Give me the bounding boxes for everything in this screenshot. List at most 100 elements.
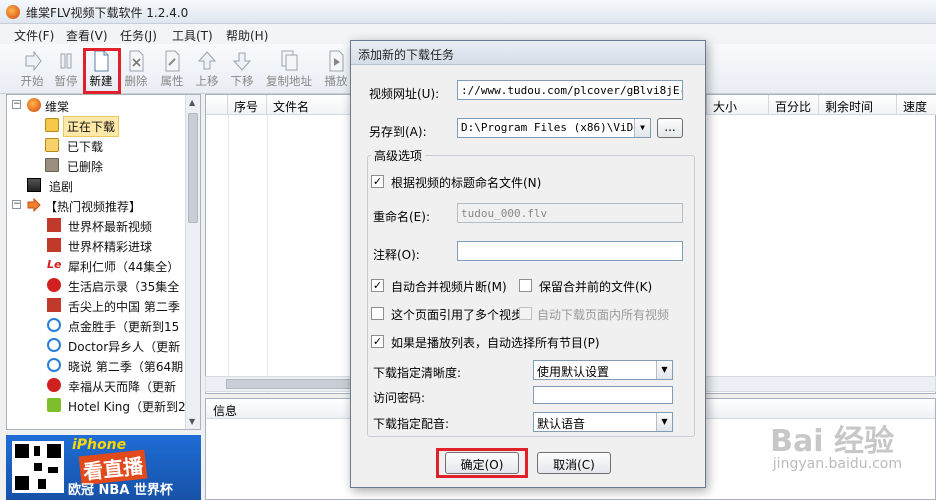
multi-videos-checkbox[interactable] <box>371 307 384 320</box>
move-down-button[interactable]: 下移 <box>226 48 258 92</box>
auto-download-all-checkbox[interactable] <box>519 307 532 320</box>
rename-label: 重命名(E): <box>373 210 430 224</box>
pause-button[interactable]: 暂停 <box>50 48 82 92</box>
tree-item[interactable]: 生活启示录（35集全 <box>7 275 187 295</box>
title-bar: 维棠FLV视频下载软件 1.2.4.0 <box>0 0 936 24</box>
copy-url-button[interactable]: 复制地址 <box>266 48 312 92</box>
tree-item[interactable]: Hotel King（更新到2 <box>7 395 187 415</box>
quality-label: 下载指定清晰度: <box>373 366 462 380</box>
column-header-blank[interactable] <box>206 95 228 115</box>
scroll-down-icon[interactable]: ▼ <box>189 417 195 426</box>
menu-view[interactable]: 查看(V) <box>66 27 108 44</box>
tree-item[interactable]: 晓说 第二季（第64期 <box>7 355 187 375</box>
tree-item[interactable]: 世界杯最新视频 <box>7 215 187 235</box>
menu-file[interactable]: 文件(F) <box>14 27 54 44</box>
audio-select[interactable]: 默认语音 ▼ <box>533 412 673 432</box>
properties-label: 属性 <box>160 74 184 88</box>
save-to-label: 另存到(A): <box>369 125 427 139</box>
app-logo-icon <box>27 98 41 112</box>
ad-banner[interactable]: iPhone 看直播 欧冠 NBA 世界杯 <box>6 435 201 500</box>
baidu-watermark-url: jingyan.baidu.com <box>772 456 902 472</box>
letv-icon: Le <box>47 258 62 271</box>
start-button[interactable]: 开始 <box>16 48 48 92</box>
copy-icon <box>281 50 298 71</box>
play-file-icon <box>329 50 344 72</box>
ok-button-highlight <box>436 448 528 478</box>
video-site-icon <box>47 298 61 312</box>
tree-item[interactable]: Doctor异乡人（更新 <box>7 335 187 355</box>
tree-item[interactable]: Le 犀利仁师（44集全） <box>7 255 187 275</box>
column-header-speed[interactable]: 速度 <box>897 95 936 115</box>
tree-item[interactable]: 世界杯精彩进球 <box>7 235 187 255</box>
collapse-icon[interactable]: − <box>12 100 21 109</box>
folder-icon <box>45 118 59 132</box>
move-down-label: 下移 <box>230 74 254 88</box>
dropdown-arrow-icon: ▼ <box>634 119 650 137</box>
iqiyi-icon <box>47 398 61 412</box>
note-input[interactable] <box>457 241 683 261</box>
delete-icon <box>129 50 144 72</box>
tree-item[interactable]: 点金胜手（更新到15 <box>7 315 187 335</box>
keep-before-merge-label: 保留合并前的文件(K) <box>539 280 653 294</box>
keep-before-merge-checkbox[interactable] <box>519 279 532 292</box>
baidu-watermark: Bai 经验 <box>770 424 894 459</box>
url-label: 视频网址(U): <box>369 87 440 101</box>
tree-item[interactable]: 舌尖上的中国 第二季 <box>7 295 187 315</box>
note-label: 注释(O): <box>373 248 420 262</box>
column-header-index[interactable]: 序号 <box>228 95 267 115</box>
save-path-select[interactable]: D:\Program Files (x86)\ViDown ▼ <box>457 118 651 138</box>
tree-node-downloaded[interactable]: 已下载 <box>7 135 187 155</box>
password-input[interactable] <box>533 386 673 404</box>
tree-label-hot: 【热门视频推荐】 <box>45 200 142 214</box>
tree-label-downloading: 正在下载 <box>63 116 120 137</box>
move-up-button[interactable]: 上移 <box>191 48 223 92</box>
rename-input[interactable]: tudou_000.flv <box>457 203 683 223</box>
password-label: 访问密码: <box>373 391 426 405</box>
url-input[interactable]: ://www.tudou.com/plcover/gBlvi8jE-Ao/ <box>457 80 683 100</box>
column-header-percent[interactable]: 百分比 <box>769 95 819 115</box>
dialog-title: 添加新的下载任务 <box>351 41 705 65</box>
tree-node-root[interactable]: − 维棠 <box>7 95 187 115</box>
auto-merge-checkbox[interactable]: ✓ <box>371 279 384 292</box>
move-up-label: 上移 <box>195 74 219 88</box>
pause-icon <box>60 53 72 69</box>
cancel-button[interactable]: 取消(C) <box>537 452 611 474</box>
tree-node-deleted[interactable]: 已删除 <box>7 155 187 175</box>
tree-node-downloading[interactable]: 正在下载 <box>7 115 187 137</box>
browse-button[interactable]: ... <box>657 118 683 138</box>
start-label: 开始 <box>20 74 44 88</box>
playlist-all-label: 如果是播放列表，自动选择所有节目(P) <box>391 336 600 350</box>
properties-button[interactable]: 属性 <box>156 48 188 92</box>
tree-node-follow[interactable]: 追剧 <box>7 175 187 195</box>
menu-task[interactable]: 任务(J) <box>120 27 157 44</box>
app-logo-icon <box>6 5 20 19</box>
menu-help[interactable]: 帮助(H) <box>226 27 268 44</box>
auto-download-all-label: 自动下载页面内所有视频 <box>537 308 670 322</box>
scroll-up-icon[interactable]: ▲ <box>189 98 195 107</box>
playlist-all-checkbox[interactable]: ✓ <box>371 335 384 348</box>
play-circle-icon <box>47 338 61 352</box>
collapse-icon[interactable]: − <box>12 200 21 209</box>
column-header-remaining[interactable]: 剩余时间 <box>819 95 897 115</box>
dropdown-arrow-icon: ▼ <box>656 361 672 379</box>
save-path-value: D:\Program Files (x86)\ViDown <box>461 121 651 134</box>
name-by-title-checkbox[interactable]: ✓ <box>371 175 384 188</box>
column-header-size[interactable]: 大小 <box>707 95 769 115</box>
tree-node-hot[interactable]: − 【热门视频推荐】 <box>7 195 187 215</box>
play-button[interactable]: 播放 <box>320 48 352 92</box>
tree-item-label: 世界杯精彩进球 <box>68 240 153 254</box>
tree-scrollbar[interactable]: ▲ ▼ <box>185 95 200 429</box>
delete-button[interactable]: 删除 <box>120 48 152 92</box>
quality-select[interactable]: 使用默认设置 ▼ <box>533 360 673 380</box>
menu-tools[interactable]: 工具(T) <box>172 27 213 44</box>
scroll-thumb[interactable] <box>188 113 198 223</box>
tree-item-label: 世界杯最新视频 <box>68 220 153 234</box>
ad-line3: 欧冠 NBA 世界杯 <box>68 483 173 498</box>
video-site-icon <box>47 218 61 232</box>
tree-label-deleted: 已删除 <box>67 160 104 174</box>
tree-item[interactable]: 幸福从天而降（更新 <box>7 375 187 395</box>
copy-url-label: 复制地址 <box>266 74 312 88</box>
trash-icon <box>45 158 59 172</box>
arrow-down-icon <box>232 52 252 71</box>
play-circle-icon <box>47 378 61 392</box>
